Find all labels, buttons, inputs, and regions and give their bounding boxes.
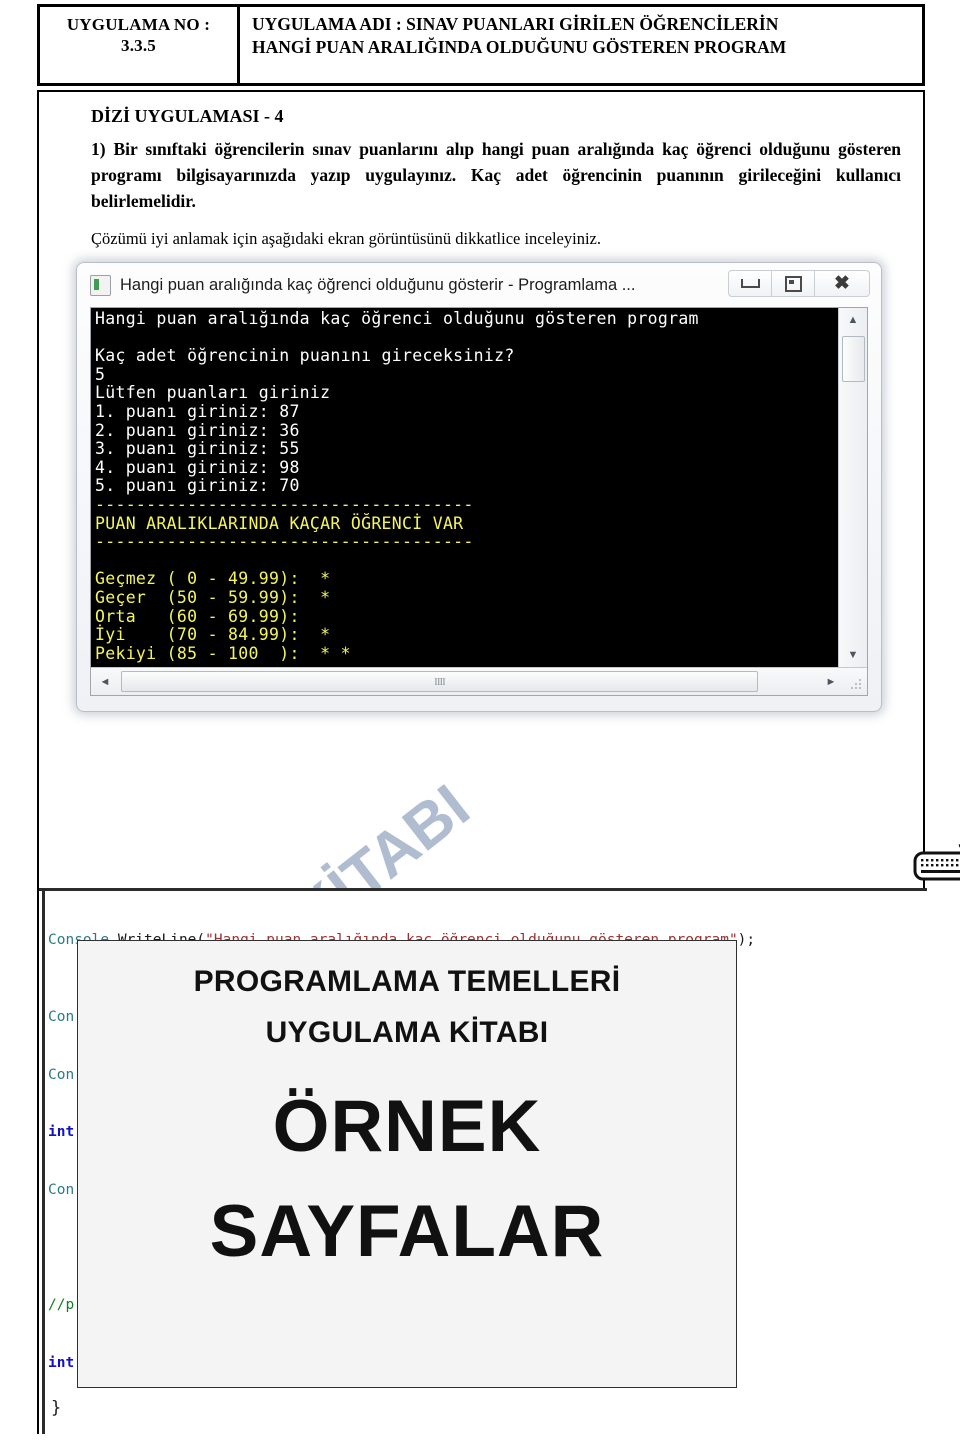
resize-grip[interactable]	[849, 678, 863, 692]
maximize-icon	[784, 275, 802, 292]
sample-pages-overlay: PROGRAMLAMA TEMELLERİ UYGULAMA KİTABI ÖR…	[77, 940, 737, 1388]
console-line: Hangi puan aralığında kaç öğrenci olduğu…	[95, 309, 699, 328]
minimize-icon	[740, 279, 760, 288]
console-line-divider: -------------------------------------	[95, 532, 474, 552]
vertical-scrollbar-thumb[interactable]	[842, 336, 865, 382]
question-paragraph: 1) Bir sınıftaki öğrencilerin sınav puan…	[91, 139, 901, 211]
console-line-results-header: PUAN ARALIKLARINDA KAÇAR ÖĞRENCİ VAR	[95, 513, 464, 533]
code-closing-brace: }	[51, 1398, 62, 1418]
section-title: DİZİ UYGULAMASI - 4	[91, 106, 284, 126]
code-panel-top-border	[39, 888, 927, 891]
console-line: Lütfen puanları giriniz	[95, 383, 331, 403]
console-line: 5. puanı giriniz: 70	[95, 476, 300, 496]
header-no-cell: UYGULAMA NO : 3.3.5	[40, 7, 240, 83]
overlay-line-ornek: ÖRNEK	[272, 1086, 542, 1167]
console-screen-row: Hangi puan aralığında kaç öğrenci olduğu…	[91, 308, 867, 667]
console-line-result: Orta (60 - 69.99):	[95, 606, 300, 626]
console-body: Hangi puan aralığında kaç öğrenci olduğu…	[90, 307, 868, 696]
close-icon: ✖	[834, 273, 850, 294]
scroll-down-arrow-icon[interactable]: ▼	[839, 643, 867, 667]
overlay-line-sayfalar: SAYFALAR	[209, 1191, 605, 1272]
scroll-left-arrow-icon[interactable]: ◄	[91, 670, 119, 694]
close-button[interactable]: ✖	[815, 270, 870, 297]
console-line-result: İyi (70 - 84.99): *	[95, 625, 331, 645]
console-line: Kaç adet öğrencinin puanını gireceksiniz…	[95, 346, 515, 366]
application-title-line1: UYGULAMA ADI : SINAV PUANLARI GİRİLEN ÖĞ…	[252, 14, 779, 34]
scroll-up-arrow-icon[interactable]: ▲	[839, 308, 867, 332]
minimize-button[interactable]	[728, 270, 772, 297]
horizontal-scrollbar[interactable]: ◄ IIII ►	[91, 667, 867, 695]
console-line: 2. puanı giriniz: 36	[95, 420, 300, 440]
scroll-right-arrow-icon[interactable]: ►	[817, 670, 845, 694]
window-controls: ✖	[728, 270, 870, 297]
horizontal-scrollbar-thumb[interactable]: IIII	[121, 671, 758, 692]
instruction-paragraph: Çözümü iyi anlamak için aşağıdaki ekran …	[91, 229, 601, 248]
application-no-value: 3.3.5	[121, 36, 156, 56]
keyboard-icon	[912, 844, 960, 886]
code-panel-left-border	[42, 888, 45, 1434]
console-window: Hangi puan aralığında kaç öğrenci olduğu…	[76, 262, 882, 712]
vertical-scrollbar-track[interactable]	[839, 332, 867, 643]
console-window-title: Hangi puan aralığında kaç öğrenci olduğu…	[120, 276, 636, 294]
page-root: UYGULAMA NO : 3.3.5 UYGULAMA ADI : SINAV…	[0, 0, 960, 1440]
horizontal-scrollbar-track[interactable]: IIII	[119, 668, 817, 695]
console-line: 3. puanı giriniz: 55	[95, 439, 300, 459]
application-title-line2: HANGİ PUAN ARALIĞINDA OLDUĞUNU GÖSTEREN …	[252, 37, 787, 58]
console-line-divider: -------------------------------------	[95, 494, 474, 514]
console-titlebar[interactable]: Hangi puan aralığında kaç öğrenci olduğu…	[82, 268, 876, 303]
code-token-paren-close: );	[737, 932, 756, 949]
header-table: UYGULAMA NO : 3.3.5 UYGULAMA ADI : SINAV…	[37, 4, 925, 86]
console-line: 1. puanı giriniz: 87	[95, 401, 300, 421]
header-title-cell: UYGULAMA ADI : SINAV PUANLARI GİRİLEN ÖĞ…	[240, 7, 922, 83]
code-fragment-blank	[48, 1411, 755, 1430]
overlay-line-uygulama-kitabi: UYGULAMA KİTABI	[265, 1016, 549, 1049]
console-line: 4. puanı giriniz: 98	[95, 457, 300, 477]
console-line-user-input: 5	[95, 364, 106, 384]
vertical-scrollbar[interactable]: ▲ ▼	[838, 308, 867, 667]
console-app-icon	[90, 275, 111, 296]
console-line-result: Geçmez ( 0 - 49.99): *	[95, 569, 331, 589]
console-output-screen[interactable]: Hangi puan aralığında kaç öğrenci olduğu…	[91, 308, 838, 667]
console-line-result: Pekiyi (85 - 100 ): * *	[95, 643, 351, 663]
overlay-line-programlama-temelleri: PROGRAMLAMA TEMELLERİ	[193, 965, 621, 998]
console-line-result: Geçer (50 - 59.99): *	[95, 587, 331, 607]
maximize-restore-button[interactable]	[772, 270, 815, 297]
application-no-label: UYGULAMA NO :	[66, 15, 211, 34]
